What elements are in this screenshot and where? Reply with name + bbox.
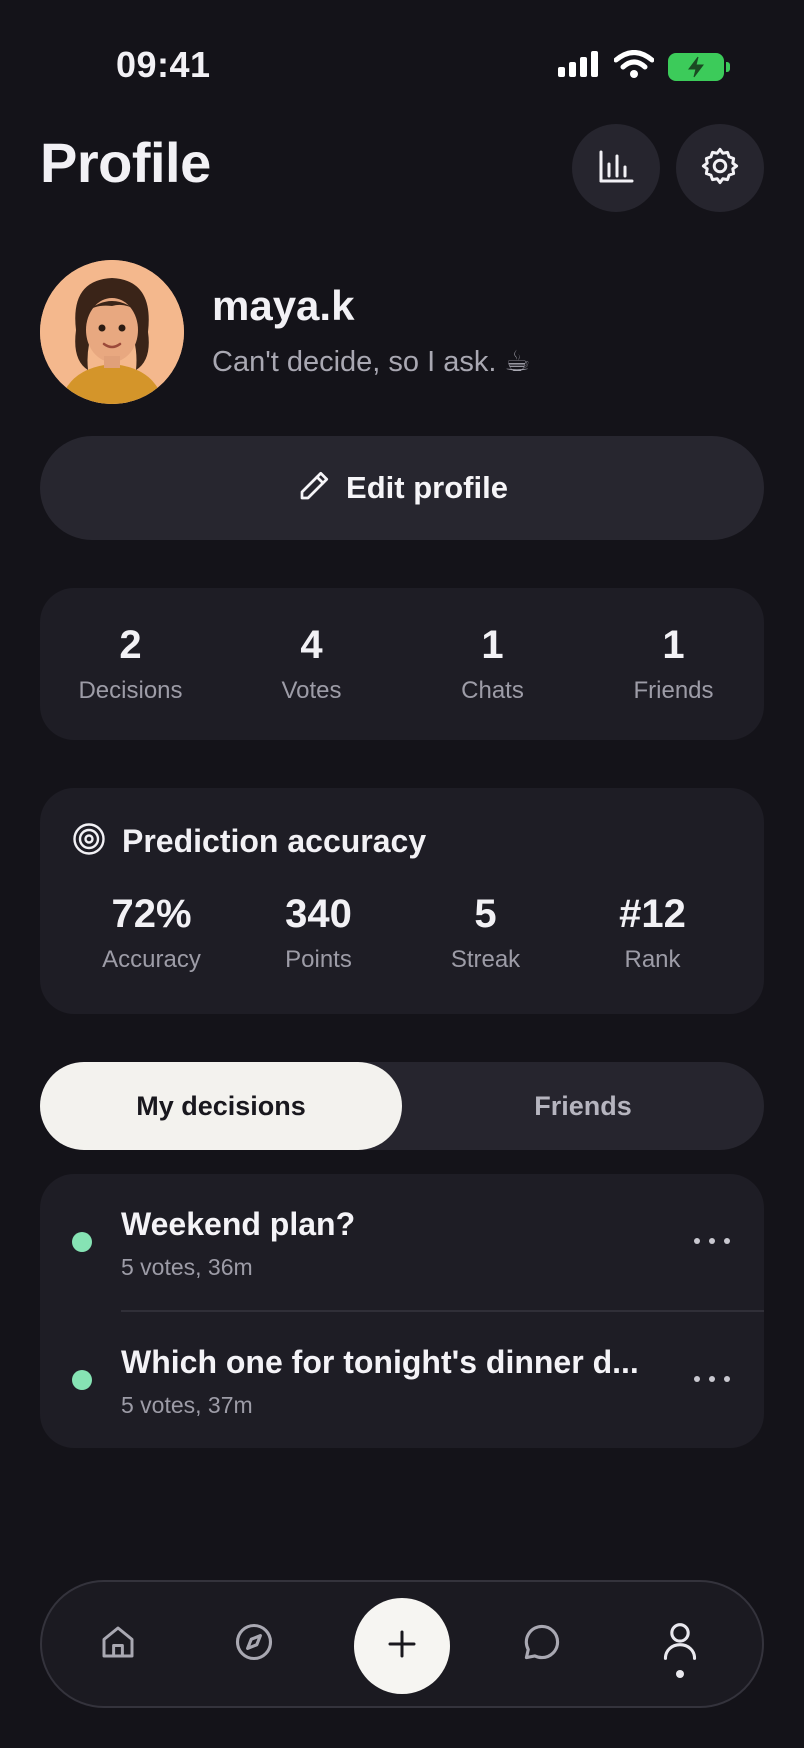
prediction-value: 72%	[111, 892, 192, 936]
signal-icon	[558, 51, 600, 82]
chat-bubble-icon	[520, 1620, 564, 1669]
bio: Can't decide, so I ask. ☕	[212, 346, 531, 378]
stat-value: 1	[481, 623, 504, 667]
stat-value: 1	[662, 623, 685, 667]
decisions-list: Weekend plan? 5 votes, 36m Which one for…	[40, 1174, 764, 1448]
target-icon	[72, 822, 106, 861]
segmented-control: My decisions Friends	[40, 1062, 764, 1150]
battery-icon	[668, 52, 730, 81]
plus-icon	[384, 1626, 420, 1667]
prediction-stats: 72% Accuracy 340 Points 5 Streak #12 Ran…	[40, 892, 764, 974]
stats-button[interactable]	[572, 124, 660, 212]
prediction-value: #12	[619, 892, 686, 936]
wifi-icon	[613, 50, 655, 83]
prediction-card: Prediction accuracy 72% Accuracy 340 Poi…	[40, 788, 764, 1014]
prediction-header: Prediction accuracy	[72, 822, 426, 861]
stat-decisions[interactable]: 2 Decisions	[40, 588, 221, 740]
edit-profile-button[interactable]: Edit profile	[40, 436, 764, 540]
status-dot	[72, 1232, 92, 1252]
create-button[interactable]	[354, 1598, 450, 1694]
home-icon	[97, 1621, 139, 1668]
prediction-rank: #12 Rank	[569, 892, 736, 974]
active-indicator	[676, 1670, 684, 1678]
tab-my-decisions[interactable]: My decisions	[40, 1062, 402, 1150]
prediction-label: Streak	[450, 946, 521, 973]
person-icon	[660, 1620, 700, 1669]
username: maya.k	[212, 282, 355, 329]
nav-explore[interactable]	[206, 1582, 302, 1706]
decision-title: Weekend plan?	[121, 1206, 356, 1242]
tab-bar	[40, 1580, 764, 1708]
stat-chats[interactable]: 1 Chats	[402, 588, 583, 740]
decision-meta: 5 votes, 36m	[121, 1254, 253, 1280]
bar-chart-icon	[596, 146, 636, 191]
gear-icon	[699, 145, 741, 192]
stat-label: Friends	[633, 677, 714, 704]
stat-value: 4	[300, 623, 323, 667]
prediction-label: Rank	[624, 946, 681, 973]
stat-label: Chats	[461, 677, 524, 704]
pencil-icon	[296, 468, 332, 509]
prediction-streak: 5 Streak	[402, 892, 569, 974]
stat-label: Decisions	[78, 677, 183, 704]
stat-value: 2	[119, 623, 142, 667]
status-time: 09:41	[116, 44, 211, 85]
prediction-label: Accuracy	[102, 946, 201, 973]
stats-card: 2 Decisions 4 Votes 1 Chats 1 Friends	[40, 588, 764, 740]
prediction-title: Prediction accuracy	[122, 823, 427, 859]
compass-icon	[232, 1620, 276, 1669]
nav-profile[interactable]	[632, 1582, 728, 1706]
prediction-accuracy: 72% Accuracy	[68, 892, 235, 974]
nav-chats[interactable]	[494, 1582, 590, 1706]
more-icon[interactable]	[694, 1236, 730, 1246]
prediction-label: Points	[285, 946, 352, 973]
list-item[interactable]: Which one for tonight's dinner d... 5 vo…	[40, 1312, 764, 1450]
prediction-points: 340 Points	[235, 892, 402, 974]
status-icons	[558, 50, 730, 83]
stat-label: Votes	[281, 677, 342, 704]
stat-votes[interactable]: 4 Votes	[221, 588, 402, 740]
edit-profile-label: Edit profile	[346, 470, 508, 505]
avatar[interactable]	[40, 260, 184, 404]
stat-friends[interactable]: 1 Friends	[583, 588, 764, 740]
page-title: Profile	[40, 131, 211, 194]
prediction-value: 340	[285, 892, 352, 936]
tab-friends[interactable]: Friends	[402, 1062, 764, 1150]
decision-meta: 5 votes, 37m	[121, 1392, 253, 1418]
list-item[interactable]: Weekend plan? 5 votes, 36m	[40, 1174, 764, 1312]
settings-button[interactable]	[676, 124, 764, 212]
nav-home[interactable]	[70, 1582, 166, 1706]
prediction-value: 5	[474, 892, 497, 936]
status-dot	[72, 1370, 92, 1390]
decision-title: Which one for tonight's dinner d...	[121, 1344, 639, 1380]
more-icon[interactable]	[694, 1374, 730, 1384]
